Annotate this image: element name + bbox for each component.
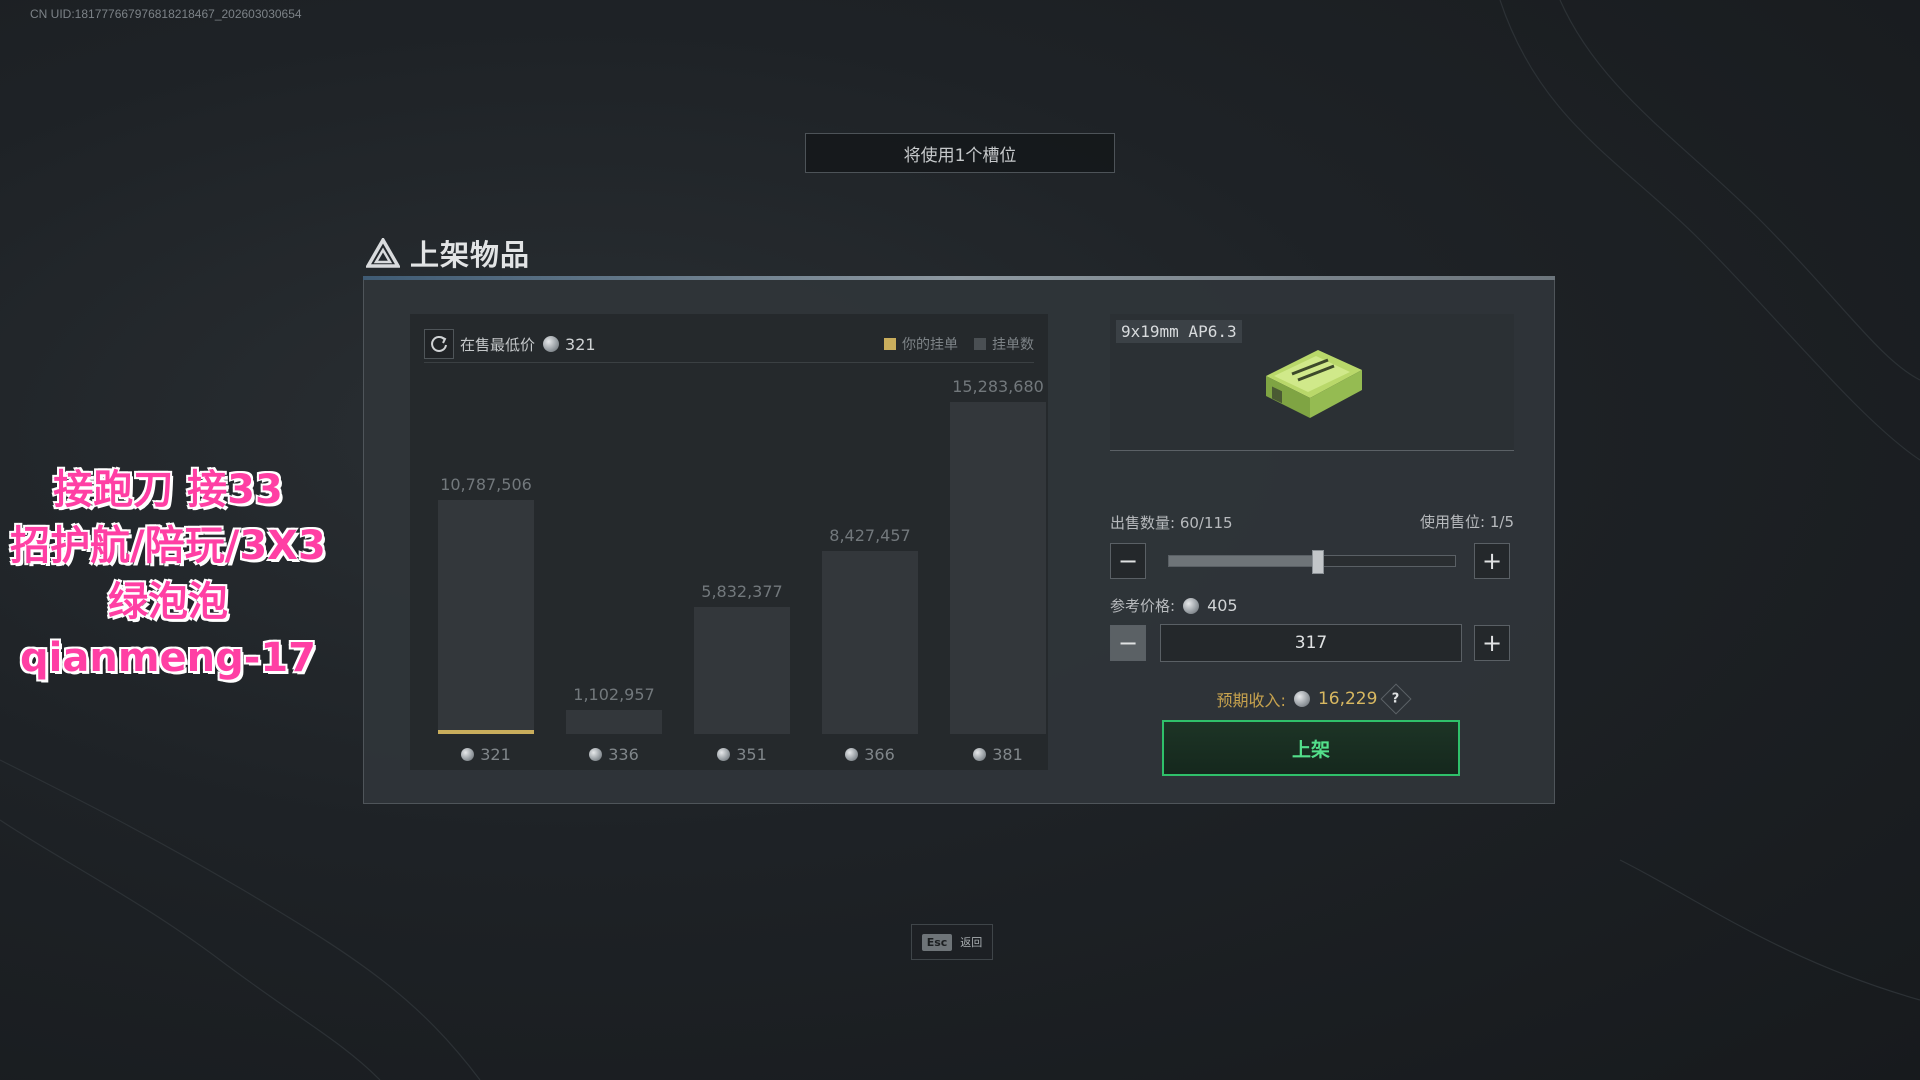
quantity-slider[interactable] xyxy=(1168,550,1456,574)
refresh-button[interactable] xyxy=(424,329,454,359)
coin-icon xyxy=(717,748,731,761)
price-chart: 在售最低价 321 你的挂单 挂单数 10,787,506 321 1,102,95… xyxy=(410,314,1048,770)
chart-header: 在售最低价 321 你的挂单 挂单数 xyxy=(424,326,1034,363)
bar-value-label: 5,832,377 xyxy=(701,582,783,601)
quantity-slider-thumb[interactable] xyxy=(1311,550,1324,574)
bar-value-label: 10,787,506 xyxy=(440,475,532,494)
bar-price-text: 336 xyxy=(608,745,639,764)
price-minus-button[interactable]: − xyxy=(1110,625,1146,661)
bar xyxy=(822,551,918,734)
bar-price-text: 351 xyxy=(736,745,767,764)
quantity-slider-fill xyxy=(1169,556,1318,566)
overlay-line: 接跑刀 接33 xyxy=(53,467,283,513)
bars-area: 10,787,506 321 1,102,957 336 5,832,377 351 8,4… xyxy=(410,364,1048,770)
coin-icon xyxy=(1293,691,1310,707)
price-plus-button[interactable]: + xyxy=(1474,625,1510,661)
expected-income-value: 16,229 xyxy=(1317,689,1378,709)
coin-icon xyxy=(845,748,859,761)
bar-value-label: 8,427,457 xyxy=(829,526,911,545)
quantity-plus-button[interactable]: + xyxy=(1474,543,1510,579)
stream-overlay-text: 接跑刀 接33 招护航/陪玩/3X3 绿泡泡 qianmeng-17 xyxy=(0,462,336,686)
item-name: 9x19mm AP6.3 xyxy=(1116,320,1242,343)
listing-panel: 在售最低价 321 你的挂单 挂单数 10,787,506 321 1,102,95… xyxy=(363,280,1555,804)
coin-icon xyxy=(543,336,560,352)
expected-income-label: 预期收入: xyxy=(1216,691,1286,710)
legend-your-orders: 你的挂单 xyxy=(884,334,958,354)
bar-column[interactable]: 15,283,680 381 xyxy=(950,377,1046,764)
coin-icon xyxy=(973,748,987,761)
reference-price-label: 参考价格: xyxy=(1110,597,1176,615)
overlay-line: 绿泡泡 xyxy=(108,579,228,625)
bar-price-label: 366 xyxy=(800,745,940,764)
overlay-line: qianmeng-17 xyxy=(20,635,316,681)
ammo-box-icon xyxy=(1266,350,1362,418)
bar-value-label: 1,102,957 xyxy=(573,685,655,704)
coin-icon xyxy=(461,748,475,761)
bar-price-label: 336 xyxy=(544,745,684,764)
coin-icon xyxy=(1183,597,1200,614)
legend-swatch-orders xyxy=(974,338,986,350)
bar-price-label: 381 xyxy=(928,745,1068,764)
uid-text: CN UID:181777667976818218467_20260303065… xyxy=(30,7,302,21)
legend-your-orders-label: 你的挂单 xyxy=(902,337,958,353)
chart-legend: 你的挂单 挂单数 xyxy=(884,334,1034,354)
your-order-marker xyxy=(438,730,534,734)
bar-column[interactable]: 5,832,377 351 xyxy=(694,402,790,764)
bar xyxy=(438,500,534,734)
lowest-price-value: 321 xyxy=(565,334,596,354)
sell-slot-label: 使用售位: 1/5 xyxy=(1420,513,1514,531)
quantity-minus-button[interactable]: − xyxy=(1110,543,1146,579)
list-item-button[interactable]: 上架 xyxy=(1162,720,1460,776)
bar xyxy=(950,402,1046,734)
bar-column[interactable]: 10,787,506 321 xyxy=(438,402,534,764)
bar-column[interactable]: 1,102,957 336 xyxy=(566,402,662,764)
help-glyph: ? xyxy=(1392,691,1401,707)
expected-income: 预期收入: 16,229 ? xyxy=(1110,683,1514,715)
legend-order-count: 挂单数 xyxy=(974,334,1034,354)
bar-value-label: 15,283,680 xyxy=(952,377,1044,396)
bar-price-text: 321 xyxy=(480,745,511,764)
reference-price-value: 405 xyxy=(1207,596,1238,615)
bar-price-label: 351 xyxy=(672,745,812,764)
item-preview: 9x19mm AP6.3 xyxy=(1110,314,1514,451)
overlay-line: 招护航/陪玩/3X3 xyxy=(10,523,326,569)
panel-title-group: 上架物品 xyxy=(366,232,530,274)
bar-column[interactable]: 8,427,457 366 xyxy=(822,402,918,764)
triangle-logo-icon xyxy=(366,238,400,268)
bar-price-label: 321 xyxy=(416,745,556,764)
bar-price-text: 366 xyxy=(864,745,895,764)
bar xyxy=(566,710,662,734)
sell-quantity-label: 出售数量: 60/115 xyxy=(1110,514,1233,532)
help-icon[interactable]: ? xyxy=(1380,683,1412,715)
legend-order-count-label: 挂单数 xyxy=(992,337,1034,353)
esc-back-button[interactable]: Esc 返回 xyxy=(911,924,993,960)
bar-price-text: 381 xyxy=(992,745,1023,764)
slot-usage-banner: 将使用1个槽位 xyxy=(805,133,1115,173)
back-label: 返回 xyxy=(960,936,983,949)
reference-price: 参考价格: 405 xyxy=(1110,595,1238,616)
panel-title: 上架物品 xyxy=(410,238,531,272)
coin-icon xyxy=(589,748,603,761)
price-input[interactable]: 317 xyxy=(1160,624,1462,662)
esc-key-icon: Esc xyxy=(921,933,953,951)
refresh-icon xyxy=(431,336,447,352)
lowest-price-label: 在售最低价 xyxy=(460,335,536,354)
legend-swatch-yours xyxy=(884,338,896,350)
bar xyxy=(694,607,790,734)
